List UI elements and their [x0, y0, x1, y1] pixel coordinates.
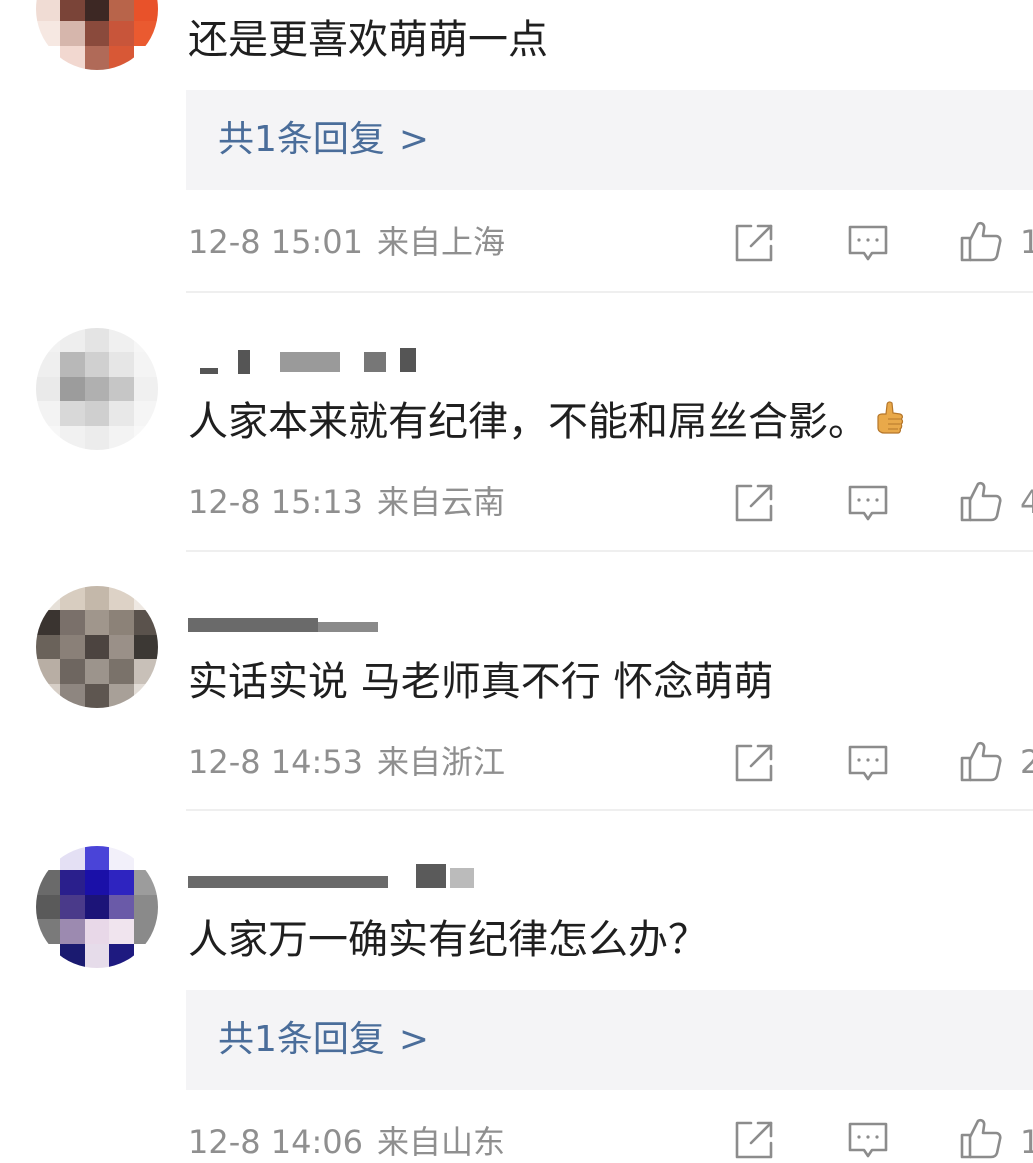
thumbs-up-emoji [872, 399, 906, 439]
share-icon[interactable] [731, 480, 777, 526]
like-count: 1 [1020, 223, 1033, 261]
comment-text: 还是更喜欢萌萌一点 [188, 17, 548, 63]
view-replies-link[interactable]: 共1条回复 > [218, 1020, 429, 1060]
comment-meta: 12-8 15:01 来自上海 [188, 222, 505, 262]
comment-time: 12-8 15:13 [188, 483, 364, 521]
reply-box[interactable]: 共1条回复 > [186, 90, 1033, 190]
comment-icon[interactable] [845, 1117, 891, 1163]
chevron-right-icon: > [398, 1019, 430, 1060]
reply-count-label[interactable]: 共1条回复 [218, 1019, 385, 1060]
reply-count-label[interactable]: 共1条回复 [218, 119, 385, 160]
like-count: 1 [1020, 1123, 1033, 1161]
like-icon[interactable] [958, 218, 1004, 264]
comment-location: 来自上海 [377, 223, 506, 261]
comment-text-body: 人家本来就有纪律，不能和屌丝合影。 [188, 399, 868, 445]
username[interactable] [188, 346, 488, 376]
view-replies-link[interactable]: 共1条回复 > [218, 120, 429, 160]
comment-meta: 12-8 14:53 来自浙江 [188, 742, 505, 782]
like-count: 2 [1020, 743, 1033, 781]
comment-meta: 12-8 15:13 来自云南 [188, 482, 505, 522]
comment-text: 人家本来就有纪律，不能和屌丝合影。 [188, 398, 906, 446]
comment-meta: 12-8 14:06 来自山东 [188, 1122, 505, 1162]
divider [186, 291, 1033, 293]
comment-location: 来自云南 [377, 483, 506, 521]
chevron-right-icon: > [398, 119, 430, 160]
username[interactable] [188, 862, 488, 892]
comment-text: 人家万一确实有纪律怎么办？ [188, 917, 708, 963]
avatar[interactable] [36, 0, 158, 70]
comment-icon[interactable] [845, 220, 891, 266]
comment-text: 实话实说 马老师真不行 怀念萌萌 [188, 659, 774, 705]
comment-location: 来自浙江 [377, 743, 506, 781]
like-count: 4 [1020, 483, 1033, 521]
comment-time: 12-8 14:53 [188, 743, 364, 781]
comment-location: 来自山东 [377, 1123, 506, 1161]
like-icon[interactable] [958, 1115, 1004, 1161]
divider [186, 550, 1033, 552]
reply-box[interactable]: 共1条回复 > [186, 990, 1033, 1090]
comment-time: 12-8 14:06 [188, 1123, 364, 1161]
divider [186, 809, 1033, 811]
comment-time: 12-8 15:01 [188, 223, 364, 261]
comment-icon[interactable] [845, 480, 891, 526]
avatar[interactable] [36, 328, 158, 450]
share-icon[interactable] [731, 220, 777, 266]
avatar[interactable] [36, 846, 158, 968]
avatar[interactable] [36, 586, 158, 708]
share-icon[interactable] [731, 1117, 777, 1163]
like-icon[interactable] [958, 478, 1004, 524]
username[interactable] [188, 604, 488, 634]
share-icon[interactable] [731, 740, 777, 786]
like-icon[interactable] [958, 738, 1004, 784]
comment-icon[interactable] [845, 740, 891, 786]
